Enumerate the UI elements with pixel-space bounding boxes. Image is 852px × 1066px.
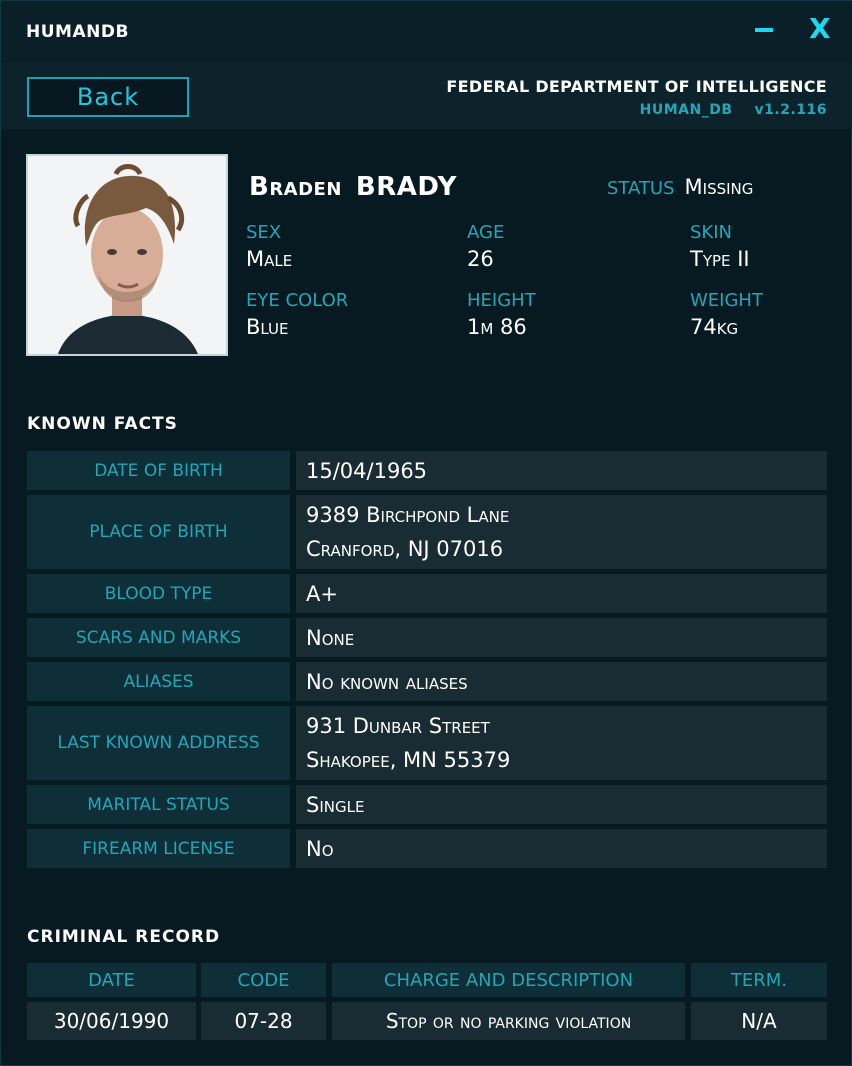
fact-value: 15/04/1965 <box>296 451 827 490</box>
attr-label: WEIGHT <box>690 290 763 311</box>
fact-line: A+ <box>306 581 338 606</box>
column-header-term: TERM. <box>691 963 827 997</box>
fact-label: MARITAL STATUS <box>27 785 290 824</box>
column-header-charge: CHARGE AND DESCRIPTION <box>332 963 685 997</box>
attr-value: 74kg <box>690 315 739 339</box>
fact-value: 9389 Birchpond Lane Cranford, NJ 07016 <box>296 495 827 569</box>
criminal-record-title: CRIMINAL RECORD <box>27 927 221 947</box>
fact-line: Single <box>306 792 365 817</box>
fact-line: Cranford, NJ 07016 <box>306 537 504 561</box>
fact-row: BLOOD TYPE A+ <box>27 574 827 613</box>
record-date: 30/06/1990 <box>27 1002 196 1040</box>
attr-label: SEX <box>246 222 282 243</box>
title-bar: HUMANDB X <box>1 1 852 63</box>
back-button[interactable]: Back <box>27 77 189 117</box>
attr-label: SKIN <box>690 222 733 243</box>
fact-label: FIREARM LICENSE <box>27 829 290 868</box>
fact-row: LAST KNOWN ADDRESS 931 Dunbar Street Shak… <box>27 706 827 780</box>
attr-eye-color: EYE COLOR Blue <box>246 290 348 339</box>
fact-line: 9389 Birchpond Lane <box>306 503 510 527</box>
fact-label: BLOOD TYPE <box>27 574 290 613</box>
subject-name: Braden BRADY <box>249 172 457 202</box>
fact-label: SCARS AND MARKS <box>27 618 290 657</box>
agency-name: FEDERAL DEPARTMENT OF INTELLIGENCE <box>446 77 827 96</box>
fact-line: 931 Dunbar Street <box>306 714 490 738</box>
fact-value: 931 Dunbar Street Shakopee, MN 55379 <box>296 706 827 780</box>
fact-value: None <box>296 618 827 657</box>
attr-sex: SEX Male <box>246 222 292 271</box>
humandb-window: HUMANDB X Back FEDERAL DEPARTMENT OF INT… <box>0 0 852 1066</box>
first-name: Braden <box>249 172 342 202</box>
fact-row: ALIASES No known aliases <box>27 662 827 701</box>
record-term: N/A <box>691 1002 827 1040</box>
fact-line: 15/04/1965 <box>306 458 428 483</box>
known-facts-title: KNOWN FACTS <box>27 414 178 434</box>
version-label: v1.2.116 <box>754 102 827 118</box>
attr-skin: SKIN Type II <box>690 222 750 271</box>
fact-value: A+ <box>296 574 827 613</box>
db-name: HUMAN_DB <box>639 102 733 118</box>
column-header-date: DATE <box>27 963 196 997</box>
last-name: BRADY <box>355 172 457 202</box>
fact-row: SCARS AND MARKS None <box>27 618 827 657</box>
fact-label: DATE OF BIRTH <box>27 451 290 490</box>
close-icon[interactable]: X <box>809 13 831 45</box>
attr-value: 26 <box>467 247 494 271</box>
attr-weight: WEIGHT 74kg <box>690 290 763 339</box>
fact-line: Shakopee, MN 55379 <box>306 748 511 772</box>
attr-value: Male <box>246 247 293 271</box>
attr-label: EYE COLOR <box>246 290 349 311</box>
fact-value: No known aliases <box>296 662 827 701</box>
app-title: HUMANDB <box>26 22 129 42</box>
status-field: STATUS Missing <box>607 175 753 199</box>
attr-height: HEIGHT 1m 86 <box>467 290 536 339</box>
attr-label: HEIGHT <box>467 290 536 311</box>
portrait-image <box>28 156 226 354</box>
page-header: Back FEDERAL DEPARTMENT OF INTELLIGENCE … <box>1 63 852 129</box>
attr-value: 1m 86 <box>467 315 527 339</box>
fact-value: Single <box>296 785 827 824</box>
profile-photo <box>26 154 228 356</box>
status-value: Missing <box>684 175 754 199</box>
attr-age: AGE 26 <box>467 222 504 271</box>
fact-line: No known aliases <box>306 669 468 694</box>
fact-row: DATE OF BIRTH 15/04/1965 <box>27 451 827 490</box>
fact-line: No <box>306 836 334 861</box>
record-code: 07-28 <box>201 1002 326 1040</box>
fact-row: MARITAL STATUS Single <box>27 785 827 824</box>
fact-row: FIREARM LICENSE No <box>27 829 827 868</box>
fact-label: PLACE OF BIRTH <box>27 495 290 569</box>
attr-value: Type II <box>690 247 750 271</box>
fact-label: LAST KNOWN ADDRESS <box>27 706 290 780</box>
fact-label: ALIASES <box>27 662 290 701</box>
fact-line: None <box>306 625 355 650</box>
column-header-code: CODE <box>201 963 326 997</box>
fact-value: No <box>296 829 827 868</box>
attr-label: AGE <box>467 222 505 243</box>
record-charge: Stop or no parking violation <box>332 1002 685 1040</box>
minimize-icon[interactable] <box>755 13 779 32</box>
fact-row: PLACE OF BIRTH 9389 Birchpond Lane Cranfo… <box>27 495 827 569</box>
db-version-line: HUMAN_DB v1.2.116 <box>640 102 827 118</box>
attr-value: Blue <box>246 315 289 339</box>
status-label: STATUS <box>607 178 675 199</box>
